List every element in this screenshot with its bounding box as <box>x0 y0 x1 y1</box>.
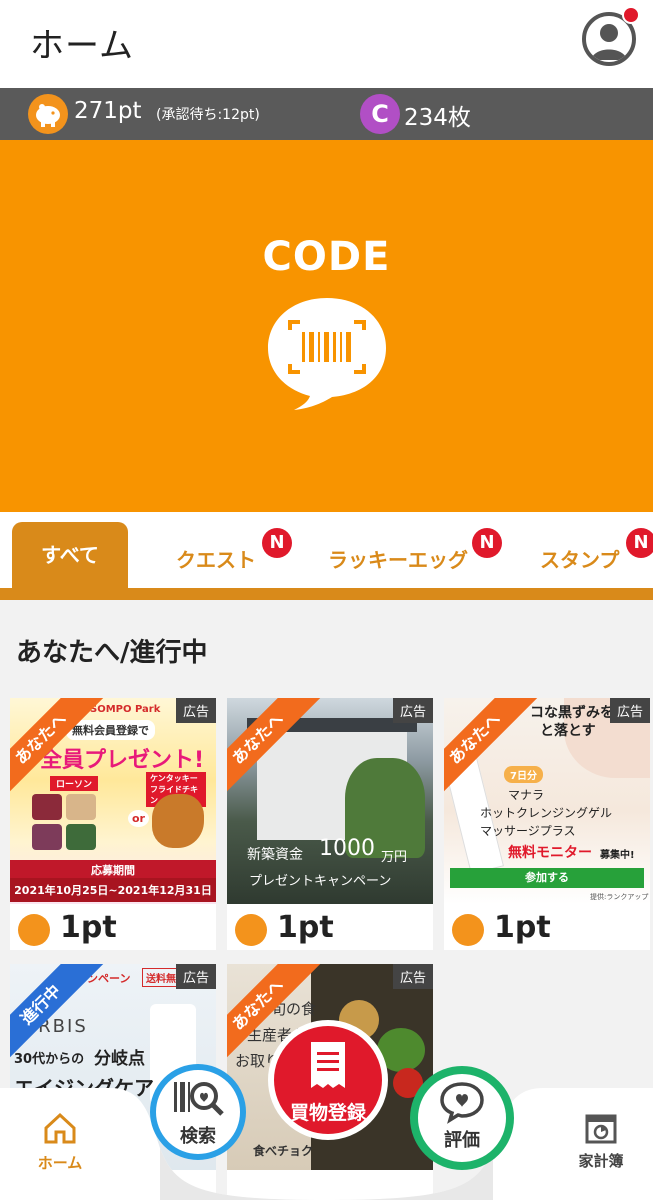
section-title: あなたへ/進行中 <box>16 638 208 668</box>
thumb-text: 提供:ランクアップ <box>590 893 649 901</box>
thumb-text: 7日分 <box>504 766 543 783</box>
thumb-text: 送料無 <box>142 968 180 987</box>
points-bar[interactable]: 271pt (承認待ち:12pt) C 234枚 <box>0 88 653 140</box>
thumb-text: 無料モニター <box>508 845 592 861</box>
ad-badge: 広告 <box>175 964 216 989</box>
tab-all[interactable]: すべて <box>12 522 128 588</box>
category-tabs: すべて クエスト N ラッキーエッグ N スタンプ N <box>0 512 653 600</box>
join-button[interactable]: 参加する <box>450 868 644 888</box>
ice-cream-image <box>66 824 96 850</box>
thumb-text: 1000 <box>319 836 375 861</box>
nav-rate[interactable]: 評価 <box>410 1066 514 1170</box>
coin-icon: C <box>360 94 400 134</box>
thumb-text: 新築資金 <box>247 847 303 863</box>
notification-dot <box>622 6 640 24</box>
thumb-text: 万円 <box>381 850 408 865</box>
ad-badge: 広告 <box>609 698 650 723</box>
piggy-bank-icon <box>235 914 267 946</box>
thumb-text: 2021年10月25日~2021年12月31日 <box>10 878 216 902</box>
nav-home[interactable]: ホーム <box>22 1108 98 1173</box>
nav-search-label: 検索 <box>180 1126 216 1147</box>
thumb-text: マナラ <box>508 788 545 802</box>
receipt-icon <box>311 1042 345 1088</box>
code-banner-label: CODE <box>262 234 391 280</box>
bottom-navigation: ホーム 検索 買物登録 評価 家計簿 <box>0 1020 653 1200</box>
nav-search[interactable]: 検索 <box>150 1064 246 1160</box>
thumb-text: プレゼントキャンペーン <box>249 874 392 889</box>
thumb-text: ホットクレンジングゲル <box>480 806 613 820</box>
page-title: ホーム <box>30 26 134 66</box>
new-badge: N <box>626 528 653 558</box>
nav-home-label: ホーム <box>37 1154 83 1172</box>
code-banner[interactable]: CODE <box>0 140 653 512</box>
app-header: ホーム <box>0 0 653 88</box>
offer-card[interactable]: 新築資金 1000 万円 プレゼントキャンペーン あなたへ 広告 1pt <box>227 698 433 950</box>
pending-points: (承認待ち:12pt) <box>156 107 260 123</box>
nav-register-purchase[interactable]: 買物登録 <box>268 1020 388 1140</box>
rating-speech-bubble-icon <box>440 1082 484 1124</box>
barcode-speech-bubble-icon <box>268 298 386 410</box>
ice-cream-image <box>32 824 62 850</box>
thumb-text: 募集中! <box>600 850 635 861</box>
offer-card[interactable]: コな黒ずみを と落とす 7日分 マナラ ホットクレンジングゲル マッサージプラス… <box>444 698 650 950</box>
thumb-text: or <box>128 810 149 827</box>
thumb-text: と落とす <box>540 723 596 739</box>
thumb-text: 分岐点 <box>94 1049 145 1069</box>
piggy-bank-icon <box>18 914 50 946</box>
ad-badge: 広告 <box>392 964 433 989</box>
app-screen: ホーム 271pt (承認待ち:12pt) C 234枚 CODE すべて クエ… <box>0 0 653 1200</box>
new-badge: N <box>262 528 292 558</box>
tab-lucky-egg[interactable]: ラッキーエッグ <box>328 544 468 573</box>
offer-card[interactable]: SOMPO Park 無料会員登録で 全員プレゼント! ローソン ケンタッキー … <box>10 698 216 950</box>
points-value: 271pt <box>74 98 142 124</box>
reward-value: 1pt <box>60 910 117 945</box>
calendar-icon <box>585 1114 617 1144</box>
tab-stamp[interactable]: スタンプ <box>540 544 619 573</box>
fried-chicken-image <box>152 794 204 848</box>
thumb-text: 応募期間 <box>10 860 216 880</box>
nav-household-book-label: 家計簿 <box>578 1152 624 1170</box>
search-icon <box>174 1082 224 1116</box>
thumb-text: 全員プレゼント! <box>40 748 205 773</box>
new-badge: N <box>472 528 502 558</box>
nav-household-book[interactable]: 家計簿 <box>566 1110 636 1171</box>
nav-register-label: 買物登録 <box>289 1102 366 1124</box>
ad-badge: 広告 <box>175 698 216 723</box>
thumb-text: 無料会員登録で <box>66 720 155 740</box>
thumb-text: SOMPO Park <box>90 704 161 715</box>
thumb-text: マッサージプラス <box>480 824 576 838</box>
piggy-bank-icon <box>452 914 484 946</box>
reward-value: 1pt <box>277 910 334 945</box>
piggy-bank-icon <box>28 94 68 134</box>
home-icon <box>44 1112 76 1144</box>
tab-quest[interactable]: クエスト <box>176 544 256 573</box>
coin-count: 234枚 <box>404 105 471 131</box>
thumb-text: ローソン <box>50 776 99 791</box>
thumb-text: コな黒ずみを <box>530 705 614 721</box>
thumb-text: 30代からの <box>14 1052 85 1067</box>
reward-value: 1pt <box>494 910 551 945</box>
ice-cream-image <box>32 794 62 820</box>
nav-rate-label: 評価 <box>444 1130 480 1151</box>
ice-cream-image <box>66 794 96 820</box>
ad-badge: 広告 <box>392 698 433 723</box>
